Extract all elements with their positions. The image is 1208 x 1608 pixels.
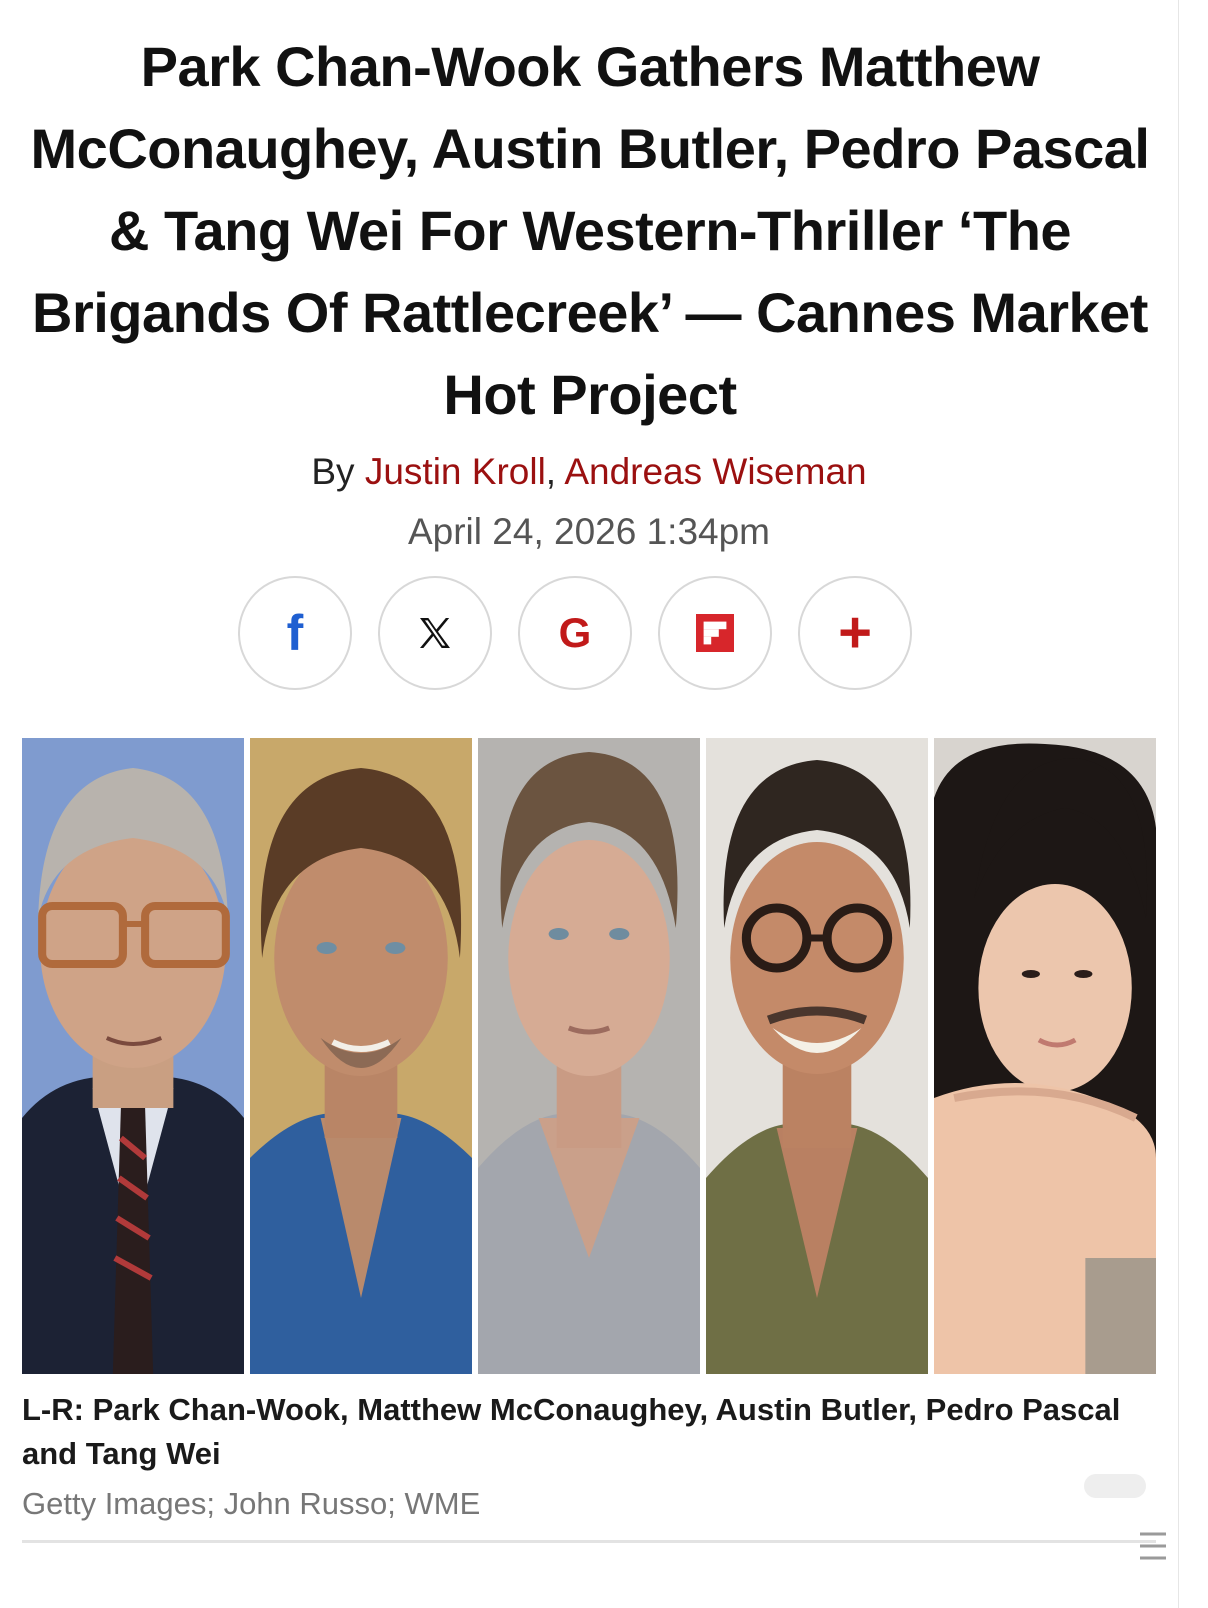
google-icon: G [558, 609, 592, 656]
share-facebook-button[interactable]: f [238, 576, 352, 690]
photo-credit: Getty Images; John Russo; WME [22, 1486, 481, 1521]
portrait-park-chan-wook [22, 738, 244, 1374]
photo-caption: L-R: Park Chan-Wook, Matthew McConaughey… [22, 1392, 1121, 1471]
portrait-matthew-mcconaughey [250, 738, 472, 1374]
share-bar: f G + [238, 576, 912, 690]
divider [22, 1540, 1156, 1543]
share-flipboard-button[interactable] [658, 576, 772, 690]
author-separator: , [545, 451, 565, 492]
facebook-icon: f [286, 605, 304, 661]
flipboard-icon [696, 614, 734, 652]
cast-photo-collage [22, 738, 1156, 1374]
share-x-button[interactable] [378, 576, 492, 690]
byline: By Justin Kroll, Andreas Wiseman [0, 448, 1178, 496]
watermark-badge [1084, 1474, 1146, 1498]
byline-prefix: By [311, 451, 365, 492]
portrait-austin-butler [478, 738, 700, 1374]
portrait-tang-wei [934, 738, 1156, 1374]
scroll-handle-icon[interactable] [1136, 1526, 1170, 1566]
share-more-button[interactable]: + [798, 576, 912, 690]
share-google-button[interactable]: G [518, 576, 632, 690]
article-headline: Park Chan-Wook Gathers Matthew McConaugh… [30, 35, 1150, 426]
publish-date: April 24, 2026 1:34pm [407, 511, 770, 552]
author-link-2[interactable]: Andreas Wiseman [564, 451, 866, 492]
x-icon [420, 618, 450, 648]
plus-icon: + [838, 600, 872, 665]
portrait-pedro-pascal [706, 738, 928, 1374]
author-link-1[interactable]: Justin Kroll [365, 451, 546, 492]
